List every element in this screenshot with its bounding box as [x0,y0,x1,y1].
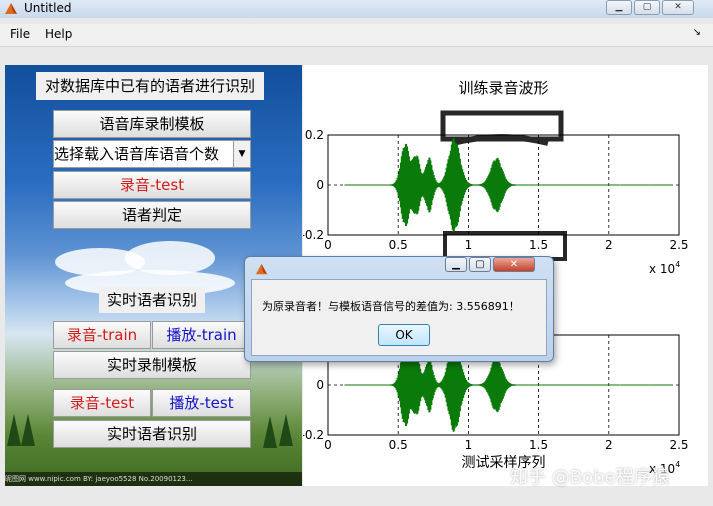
play-train-button[interactable]: 播放-train [152,321,251,349]
dialog-close-button[interactable]: ✕ [493,257,535,272]
tree-decoration [7,414,21,446]
x-tick-label: 1 [465,238,473,252]
tree-decoration [263,416,277,448]
ok-button[interactable]: OK [378,324,430,346]
menu-bar: File Help ↘ [0,24,713,47]
dialog-message: 为原录音者！与模板语音信号的差值为: 3.556891！ [262,300,520,313]
realtime-template-button[interactable]: 实时录制模板 [53,351,251,379]
x-tick-label: 0.5 [389,238,408,252]
x-multiplier-exponent: 4 [675,460,680,469]
dialog-minimize-button[interactable]: ▁ [445,257,467,272]
x-tick-label: 1.5 [529,438,548,452]
menu-file[interactable]: File [10,27,30,41]
menu-help[interactable]: Help [45,27,72,41]
x-multiplier-exponent: 4 [675,260,680,269]
y-tick-label: -0.2 [303,428,324,442]
realtime-heading: 实时语者识别 [99,287,205,313]
y-tick-label: 0 [316,378,324,392]
minimize-button[interactable]: ▁ [606,0,632,15]
window-title: Untitled [24,1,72,15]
plot-title: 训练录音波形 [458,79,548,97]
dialog-body: 为原录音者！与模板语音信号的差值为: 3.556891！ OK [251,279,547,356]
judge-speaker-button[interactable]: 语者判定 [53,201,251,229]
x-multiplier: x 104 [649,260,680,276]
overlay-watermark: 知乎 @Bobe程序猿 [510,467,670,488]
close-button[interactable]: ✕ [662,0,694,15]
matlab-logo-icon [5,3,17,14]
db-identify-heading: 对数据库中已有的语者进行识别 [36,72,264,100]
training-waveform-plot: 00.511.522.50.20-0.2x 104信号幅训练录音波形 [303,79,689,276]
x-tick-label: 1.5 [529,238,548,252]
tree-decoration [279,414,293,446]
window-titlebar: Untitled ▁ ▢ ✕ [0,0,713,18]
matlab-logo-icon [255,263,268,275]
waveform-series [344,138,673,232]
record-test-button[interactable]: 录音-test [53,171,251,199]
tree-decoration [21,414,35,446]
y-tick-label: -0.2 [303,228,324,242]
x-tick-label: 2 [605,438,613,452]
x-tick-label: 0 [324,438,332,452]
record-test2-button[interactable]: 录音-test [53,389,151,417]
toolbar-toggle-icon[interactable]: ↘ [693,27,701,38]
play-test-button[interactable]: 播放-test [152,389,251,417]
x-tick-label: 0.5 [389,438,408,452]
record-train-button[interactable]: 录音-train [53,321,151,349]
realtime-identify-button[interactable]: 实时语者识别 [53,420,251,448]
dialog-maximize-button[interactable]: ▢ [469,257,491,272]
x-tick-label: 2 [605,238,613,252]
x-tick-label: 1 [465,438,473,452]
maximize-button[interactable]: ▢ [634,0,660,15]
voice-count-select-value: 选择载入语音库语音个数 [54,145,220,163]
y-tick-label: 0.2 [305,128,324,142]
x-tick-label: 0 [324,238,332,252]
dropdown-arrow-icon[interactable]: ▼ [233,141,250,167]
voice-count-select[interactable]: 选择载入语音库语音个数 ▼ [53,140,251,168]
image-watermark: 昵图网 www.nipic.com BY: jaeyoo5528 No.2009… [5,472,302,486]
x-tick-label: 2.5 [669,438,688,452]
y-tick-label: 0 [316,178,324,192]
result-dialog: ▁ ▢ ✕ 为原录音者！与模板语音信号的差值为: 3.556891！ OK [244,256,554,362]
record-template-button[interactable]: 语音库录制模板 [53,110,251,138]
x-tick-label: 2.5 [669,238,688,252]
